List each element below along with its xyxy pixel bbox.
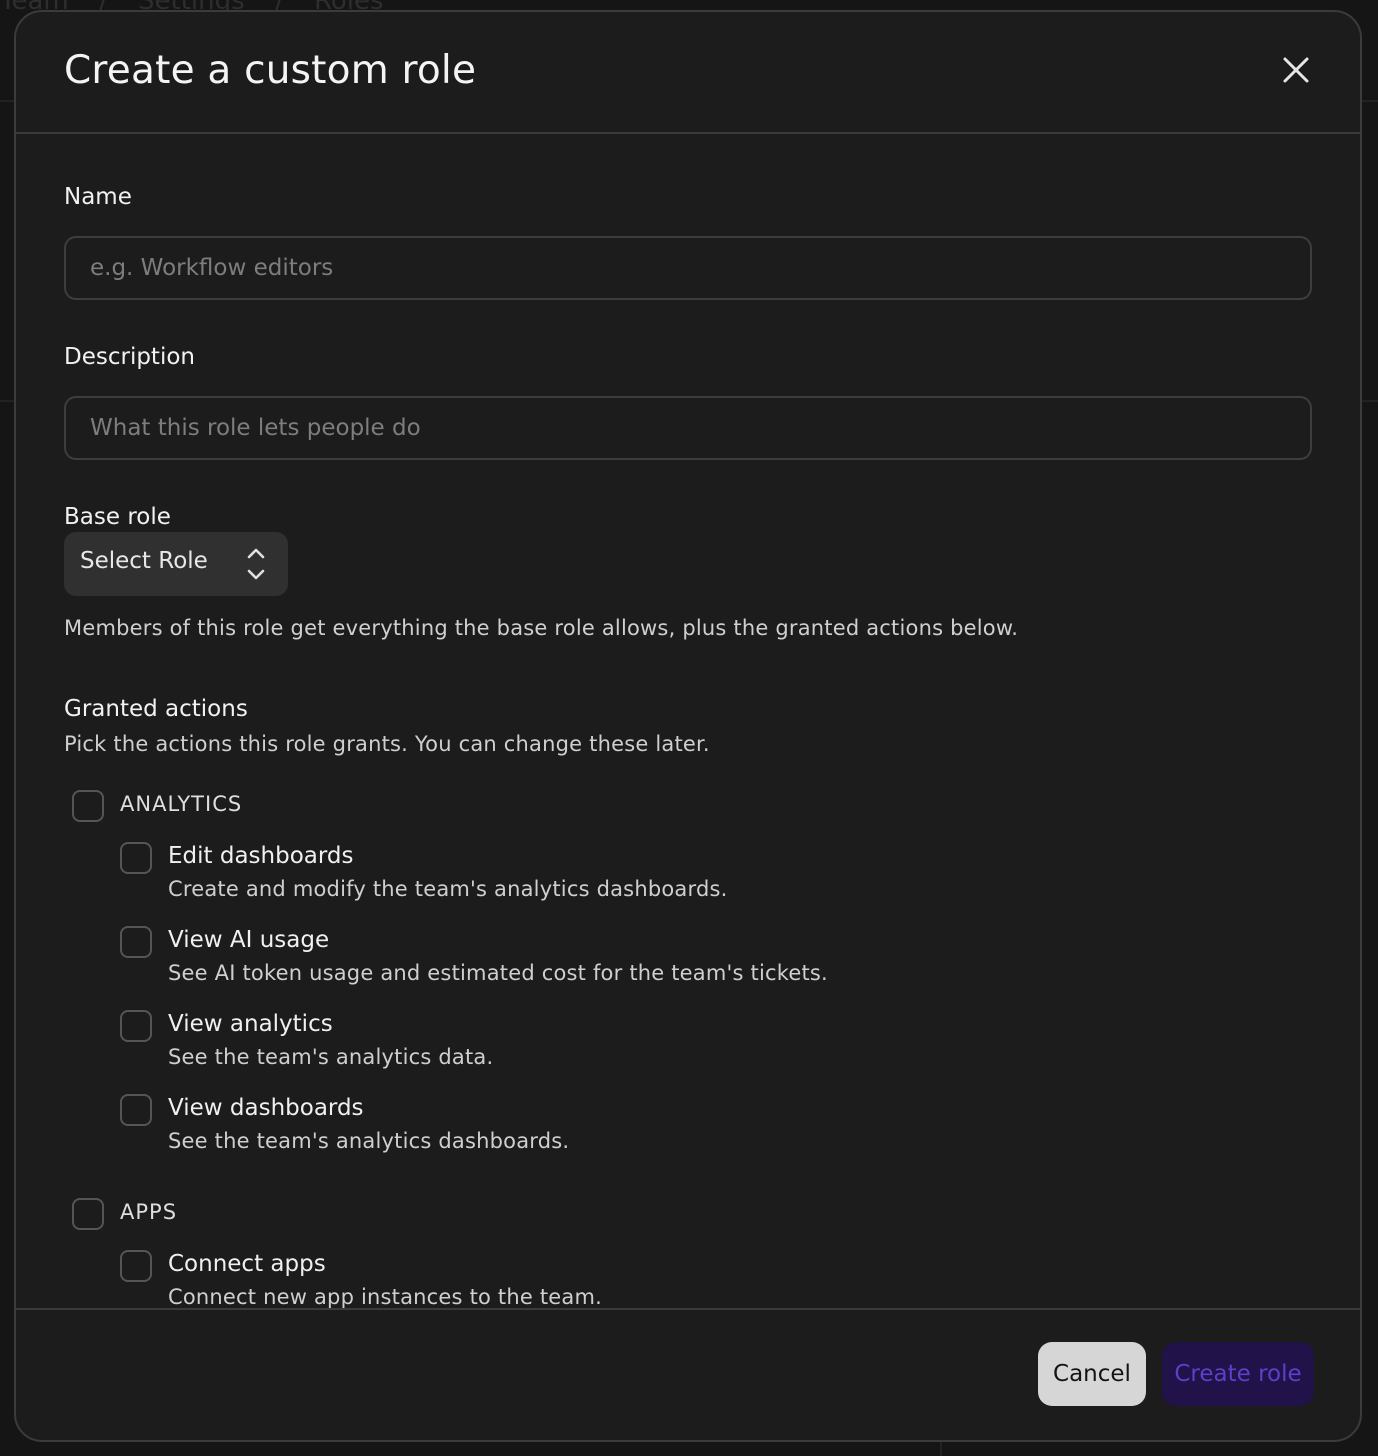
action-checkbox-edit-dashboards[interactable] bbox=[120, 842, 152, 874]
base-role-select[interactable]: Select Role bbox=[64, 532, 288, 596]
action-checkbox-connect-apps[interactable] bbox=[120, 1250, 152, 1282]
dialog-body[interactable]: Name Description Base role Select Role M… bbox=[16, 136, 1360, 1310]
action-description-view-ai-usage: See AI token usage and estimated cost fo… bbox=[168, 961, 828, 985]
close-button[interactable] bbox=[1280, 54, 1312, 86]
dialog-footer: Cancel Create role bbox=[16, 1308, 1360, 1440]
action-checkbox-view-dashboards[interactable] bbox=[120, 1094, 152, 1126]
background-divider bbox=[940, 1440, 942, 1456]
name-label: Name bbox=[64, 184, 132, 210]
action-description-edit-dashboards: Create and modify the team's analytics d… bbox=[168, 877, 728, 901]
action-checkbox-view-analytics[interactable] bbox=[120, 1010, 152, 1042]
base-role-help-text: Members of this role get everything the … bbox=[64, 616, 1019, 640]
base-role-selected-value: Select Role bbox=[80, 548, 208, 574]
action-title-view-dashboards: View dashboards bbox=[168, 1095, 364, 1121]
chevron-up-down-icon bbox=[247, 548, 265, 580]
action-title-view-analytics: View analytics bbox=[168, 1011, 333, 1037]
action-title-edit-dashboards: Edit dashboards bbox=[168, 843, 354, 869]
create-role-button[interactable]: Create role bbox=[1162, 1342, 1314, 1406]
dialog-header: Create a custom role bbox=[16, 12, 1360, 134]
close-icon bbox=[1283, 57, 1309, 83]
action-description-view-dashboards: See the team's analytics dashboards. bbox=[168, 1129, 570, 1153]
group-label-analytics: ANALYTICS bbox=[120, 792, 243, 816]
action-description-view-analytics: See the team's analytics data. bbox=[168, 1045, 494, 1069]
group-checkbox-analytics[interactable] bbox=[72, 790, 104, 822]
group-checkbox-apps[interactable] bbox=[72, 1198, 104, 1230]
description-input[interactable] bbox=[64, 396, 1312, 460]
dialog-title: Create a custom role bbox=[64, 48, 477, 93]
group-label-apps: APPS bbox=[120, 1200, 178, 1224]
description-label: Description bbox=[64, 344, 195, 370]
action-title-connect-apps: Connect apps bbox=[168, 1251, 326, 1277]
granted-actions-title: Granted actions bbox=[64, 696, 248, 722]
name-input[interactable] bbox=[64, 236, 1312, 300]
create-role-dialog: Create a custom role Name Description Ba… bbox=[14, 10, 1362, 1442]
granted-actions-subtitle: Pick the actions this role grants. You c… bbox=[64, 732, 710, 756]
action-description-connect-apps: Connect new app instances to the team. bbox=[168, 1285, 603, 1309]
action-checkbox-view-ai-usage[interactable] bbox=[120, 926, 152, 958]
cancel-button[interactable]: Cancel bbox=[1038, 1342, 1146, 1406]
action-title-view-ai-usage: View AI usage bbox=[168, 927, 330, 953]
base-role-label: Base role bbox=[64, 504, 171, 530]
